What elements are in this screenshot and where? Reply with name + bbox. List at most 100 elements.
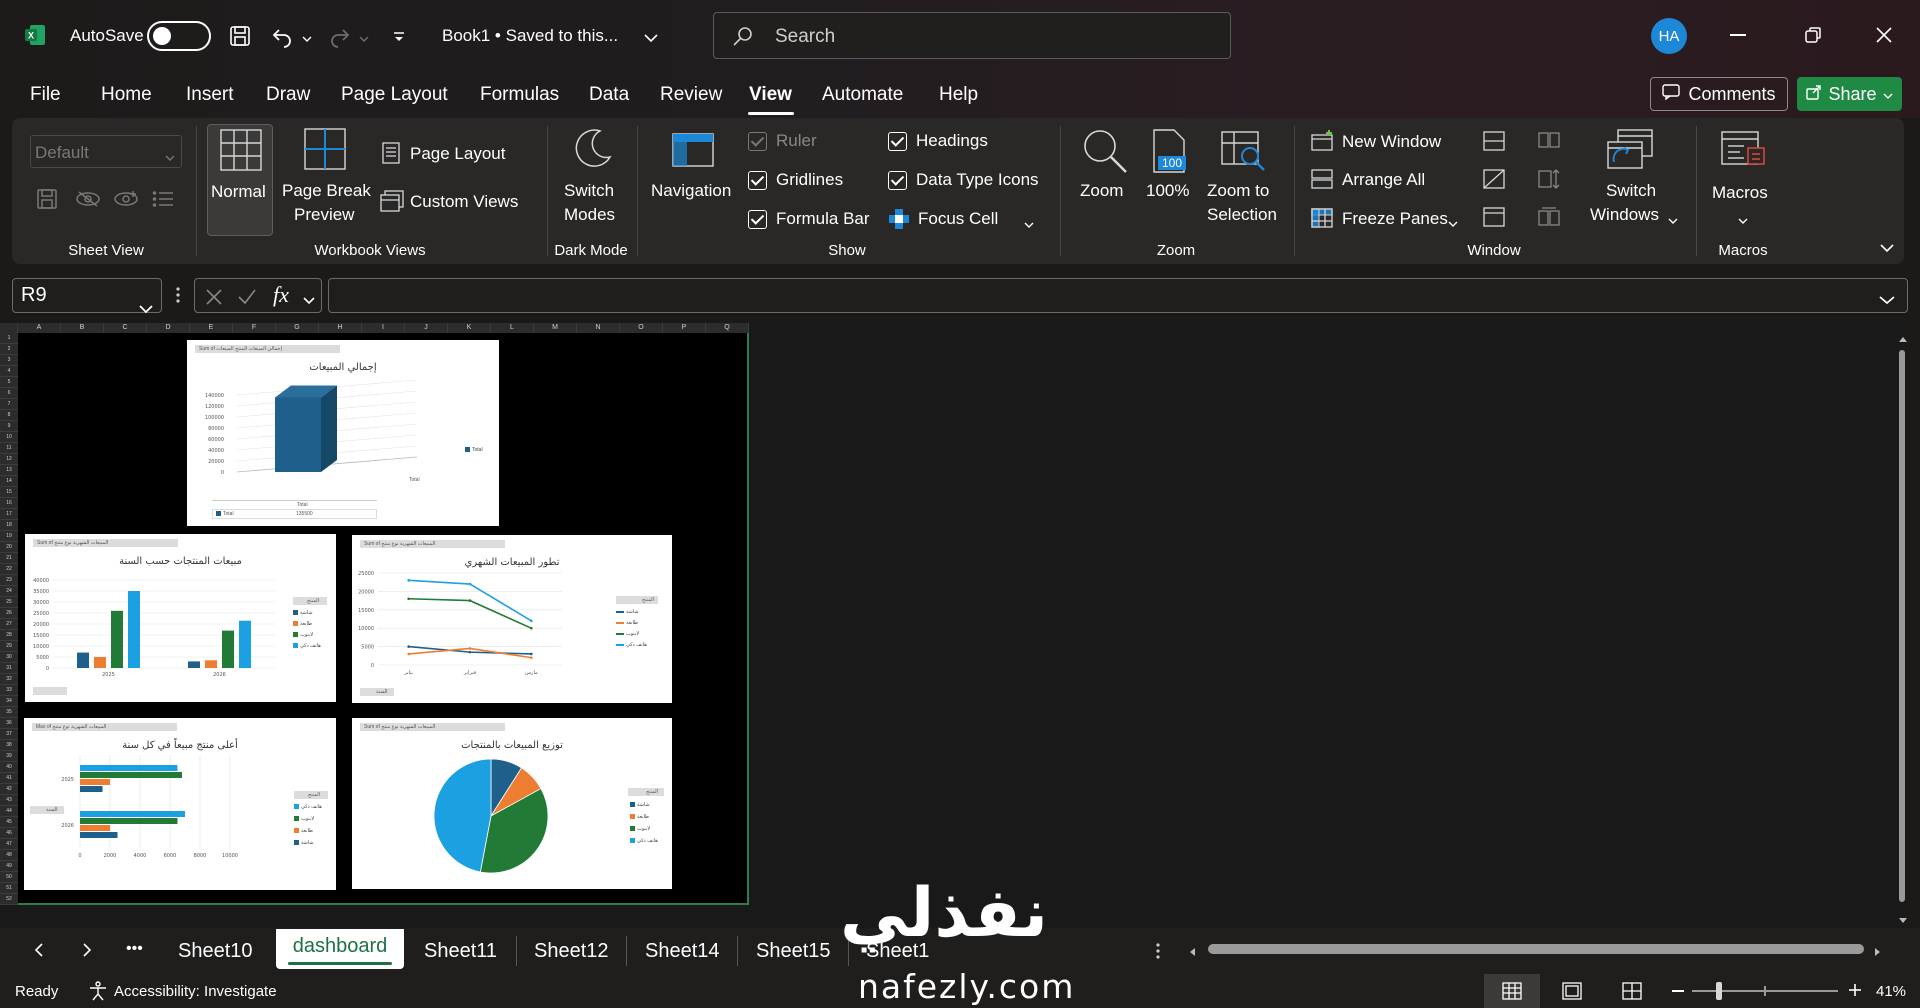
column-header[interactable]: B — [61, 323, 104, 333]
focus-cell-chevron-icon[interactable] — [1024, 216, 1034, 234]
column-header[interactable]: A — [18, 323, 61, 333]
zoom-100-button[interactable]: 100 100% — [1142, 124, 1196, 236]
page-break-status-icon[interactable] — [1622, 982, 1642, 1005]
document-title[interactable]: Book1 • Saved to this... — [442, 26, 618, 46]
unhide-window-icon[interactable] — [1482, 206, 1506, 233]
name-box[interactable]: R9 — [12, 278, 162, 314]
row-header[interactable]: 36 — [0, 718, 18, 729]
row-header[interactable]: 8 — [0, 410, 18, 421]
column-header[interactable]: I — [362, 323, 405, 333]
row-header[interactable]: 15 — [0, 487, 18, 498]
row-header[interactable]: 25 — [0, 597, 18, 608]
new-window-button[interactable]: New Window — [1310, 128, 1460, 156]
normal-view-button[interactable]: Normal — [207, 124, 273, 236]
switch-windows-button[interactable]: Switch Windows — [1584, 124, 1678, 236]
sheet-tab-dashboard[interactable]: dashboard — [276, 929, 404, 969]
row-header[interactable]: 19 — [0, 531, 18, 542]
restore-icon[interactable] — [1804, 26, 1822, 44]
doc-title-chevron-icon[interactable] — [644, 30, 658, 43]
legend-filter-button[interactable]: المنتج — [616, 596, 658, 604]
column-header[interactable]: K — [448, 323, 491, 333]
customize-qat-icon[interactable] — [392, 30, 406, 42]
formula-bar-more-icon[interactable] — [176, 286, 180, 304]
undo-dropdown-icon[interactable] — [302, 30, 312, 42]
tab-draw[interactable]: Draw — [266, 84, 310, 106]
close-icon[interactable] — [1875, 26, 1893, 44]
zoom-button[interactable]: Zoom — [1072, 124, 1136, 236]
row-header[interactable]: 17 — [0, 509, 18, 520]
switch-modes-button[interactable]: Switch Modes — [556, 124, 626, 236]
tab-page-layout[interactable]: Page Layout — [341, 84, 448, 106]
tab-automate[interactable]: Automate — [822, 84, 903, 106]
hscroll-left-arrow-icon[interactable] — [1188, 944, 1196, 962]
hide-window-icon[interactable] — [1482, 168, 1506, 195]
row-header[interactable]: 43 — [0, 795, 18, 806]
focus-cell-icon[interactable] — [888, 208, 910, 235]
tab-view[interactable]: View — [749, 84, 792, 106]
row-header[interactable]: 5 — [0, 377, 18, 388]
column-header[interactable]: G — [276, 323, 319, 333]
column-header[interactable]: L — [491, 323, 534, 333]
zoom-out-icon[interactable] — [1672, 990, 1684, 992]
row-header[interactable]: 52 — [0, 894, 18, 905]
row-header[interactable]: 26 — [0, 608, 18, 619]
row-header[interactable]: 10 — [0, 432, 18, 443]
share-button[interactable]: Share — [1797, 77, 1902, 111]
tab-help[interactable]: Help — [939, 84, 978, 106]
column-header[interactable]: Q — [706, 323, 749, 333]
column-header[interactable]: P — [663, 323, 706, 333]
gridlines-checkbox[interactable] — [748, 171, 767, 190]
row-header[interactable]: 32 — [0, 674, 18, 685]
tab-formulas[interactable]: Formulas — [480, 84, 559, 106]
formula-input[interactable] — [328, 278, 1908, 313]
chart-monthly-trend[interactable]: Sum of المبيعات الشهرية نوع منتج تطور ال… — [352, 535, 672, 703]
row-header[interactable]: 24 — [0, 586, 18, 597]
search-box[interactable]: Search — [713, 12, 1231, 59]
row-header[interactable]: 51 — [0, 883, 18, 894]
tab-data[interactable]: Data — [589, 84, 629, 106]
row-header[interactable]: 11 — [0, 443, 18, 454]
undo-icon[interactable] — [270, 24, 294, 48]
row-header[interactable]: 28 — [0, 630, 18, 641]
zoom-in-icon[interactable] — [1848, 983, 1862, 1002]
row-header[interactable]: 44 — [0, 806, 18, 817]
tab-insert[interactable]: Insert — [186, 84, 234, 106]
normal-view-status-icon[interactable] — [1484, 974, 1540, 1008]
accessibility-icon[interactable] — [88, 981, 108, 1006]
zoom-percentage[interactable]: 41% — [1876, 983, 1906, 1000]
row-header[interactable]: 45 — [0, 817, 18, 828]
row-header[interactable]: 12 — [0, 454, 18, 465]
column-header[interactable]: O — [620, 323, 663, 333]
column-header[interactable]: J — [405, 323, 448, 333]
sheet-tab-sheet11[interactable]: Sheet11 — [424, 940, 497, 963]
custom-views-button[interactable]: Custom Views — [380, 188, 530, 216]
row-header[interactable]: 31 — [0, 663, 18, 674]
legend-filter-button[interactable]: المنتج — [628, 788, 664, 796]
horizontal-scrollbar-thumb[interactable] — [1208, 944, 1864, 954]
tabbar-more-icon[interactable] — [1156, 942, 1160, 965]
chart-total-sales[interactable]: Sum of إجمالي المبيعات المنتج المبيعات إ… — [187, 340, 499, 526]
ribbon-collapse-chevron-icon[interactable] — [1880, 240, 1894, 258]
row-header[interactable]: 40 — [0, 762, 18, 773]
page-layout-status-icon[interactable] — [1562, 982, 1582, 1005]
row-header[interactable]: 48 — [0, 850, 18, 861]
cancel-icon[interactable] — [205, 288, 223, 311]
row-header[interactable]: 38 — [0, 740, 18, 751]
tab-file[interactable]: File — [30, 84, 61, 106]
focus-cell-label[interactable]: Focus Cell — [918, 209, 998, 229]
tab-review[interactable]: Review — [660, 84, 722, 106]
row-header[interactable]: 41 — [0, 773, 18, 784]
sheet-tab-sheet14[interactable]: Sheet14 — [645, 940, 720, 963]
axis-filter-button[interactable]: السنة — [30, 806, 64, 814]
column-header[interactable]: H — [319, 323, 362, 333]
row-header[interactable]: 9 — [0, 421, 18, 432]
zoom-to-selection-button[interactable]: Zoom to Selection — [1202, 124, 1282, 236]
page-break-preview-button[interactable]: Page Break Preview — [280, 124, 371, 236]
sheet-tab-sheet12[interactable]: Sheet12 — [534, 940, 609, 963]
row-header[interactable]: 6 — [0, 388, 18, 399]
row-header[interactable]: 4 — [0, 366, 18, 377]
autosave-toggle[interactable] — [147, 21, 211, 51]
row-header[interactable]: 1 — [0, 333, 18, 344]
row-header[interactable]: 18 — [0, 520, 18, 531]
split-icon[interactable] — [1482, 130, 1506, 157]
